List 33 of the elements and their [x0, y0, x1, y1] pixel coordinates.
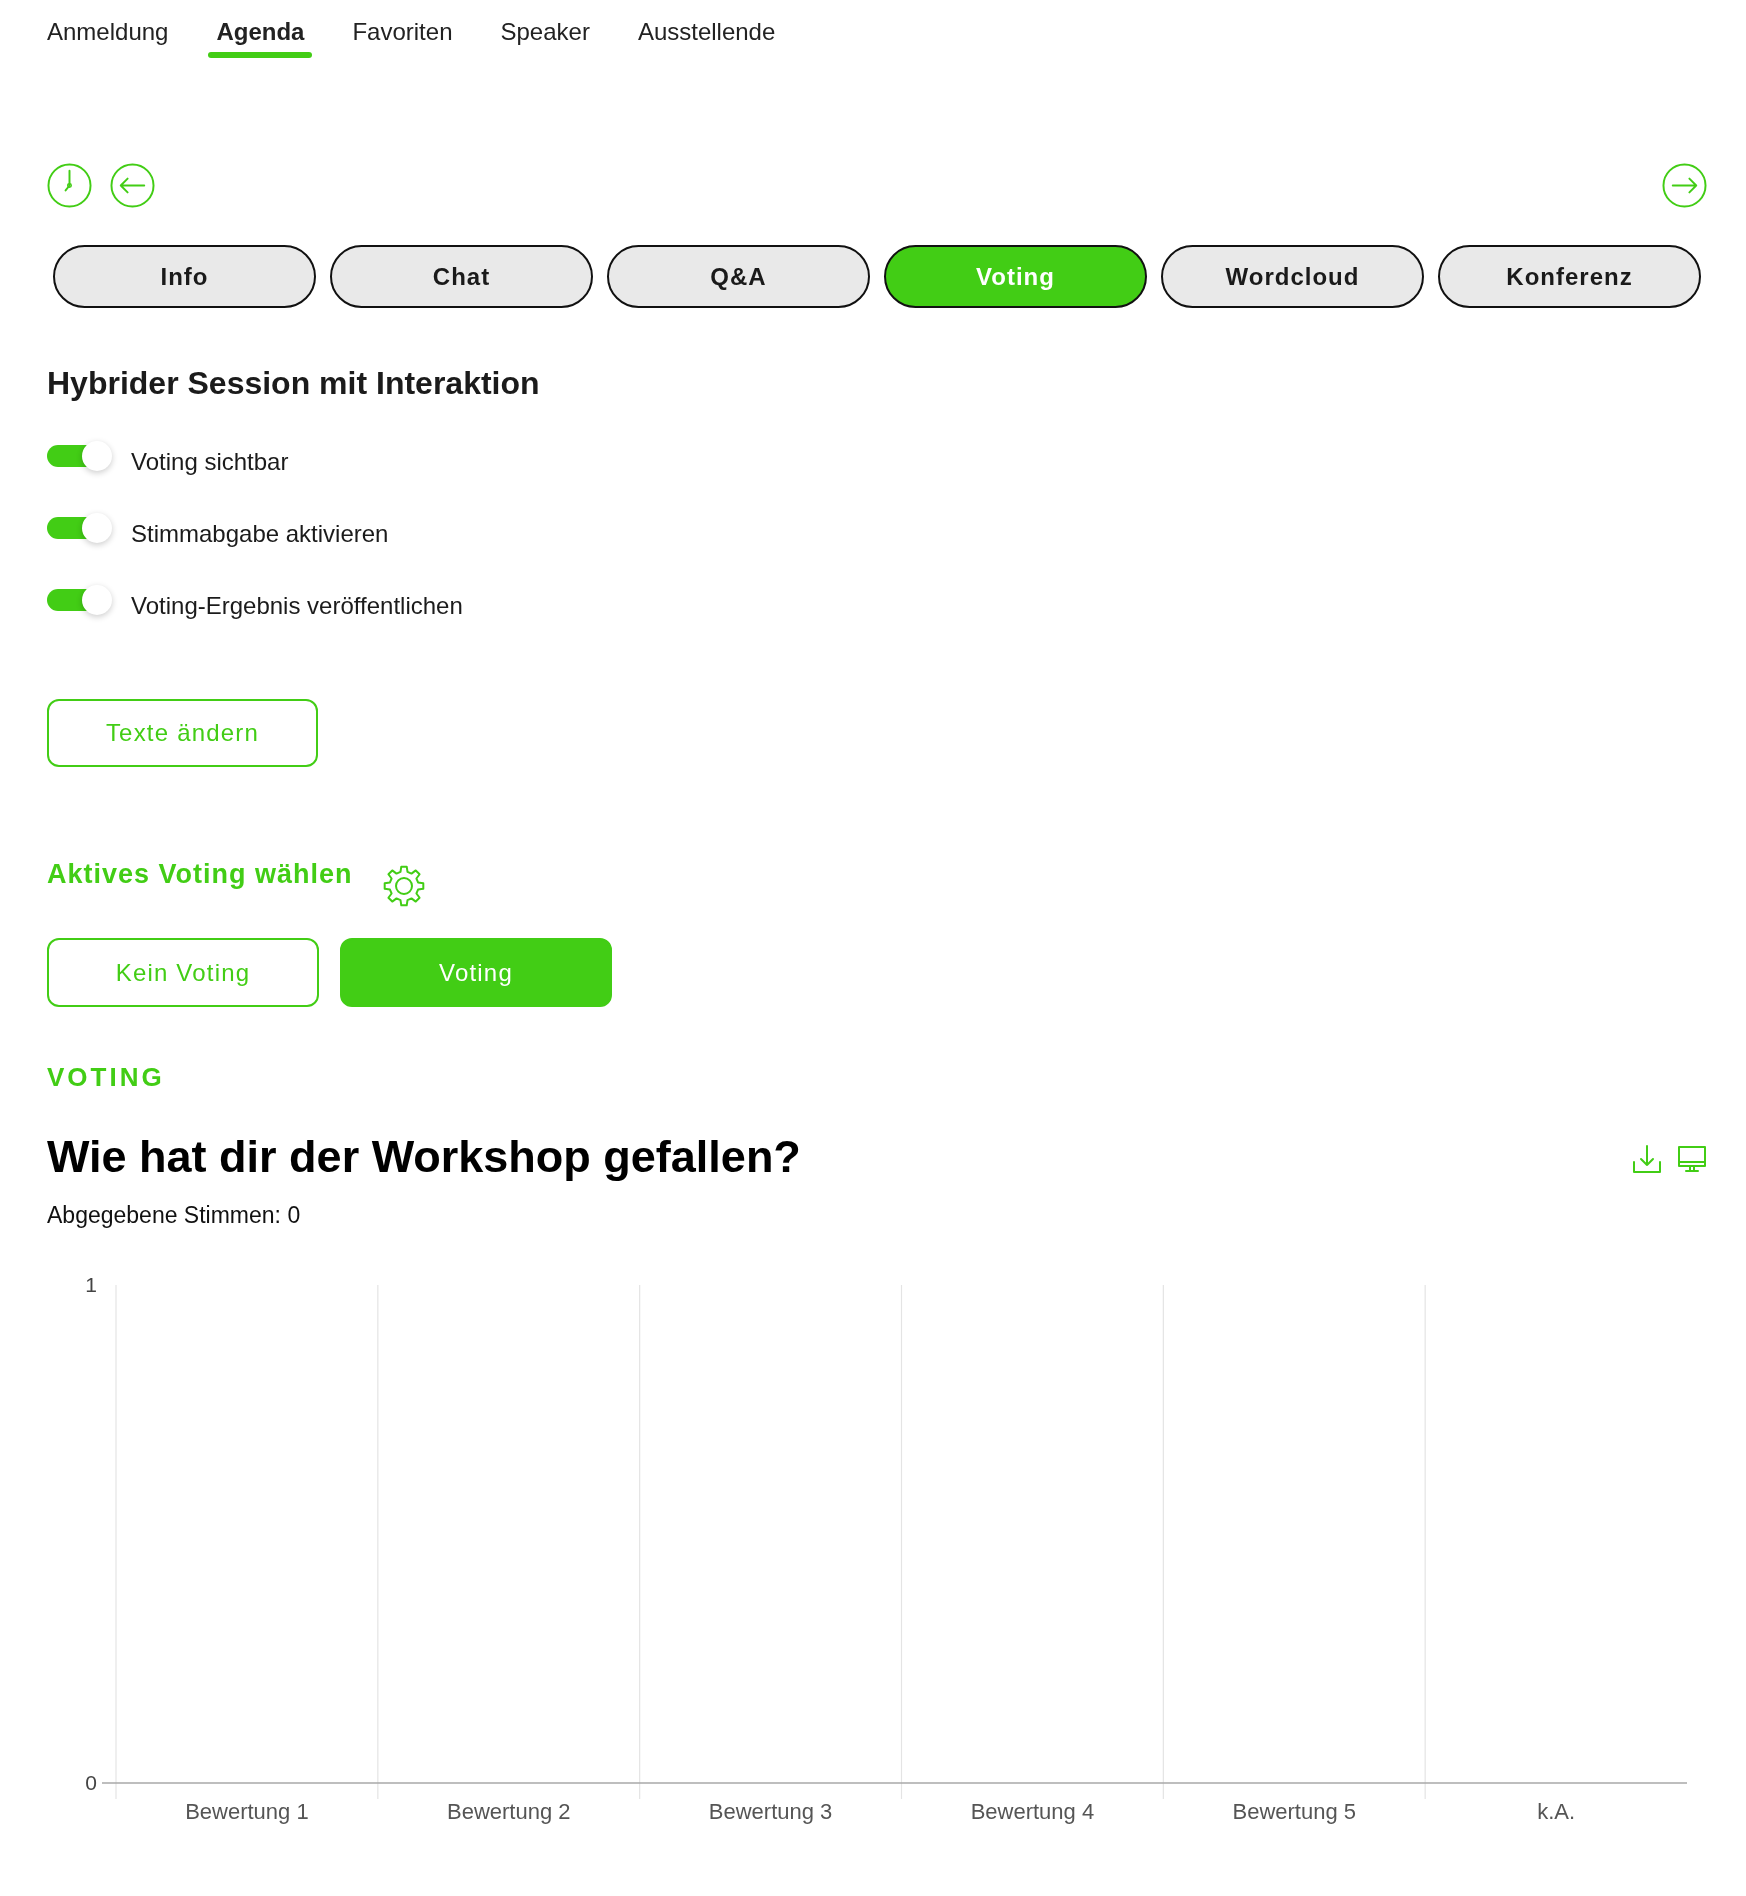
axis-label: Bewertung 4	[970, 1799, 1095, 1824]
session-tab[interactable]: Chat	[330, 245, 593, 308]
nav-tab[interactable]: Agenda	[208, 18, 313, 58]
toggle-switch[interactable]	[47, 513, 112, 543]
download-icon[interactable]	[1632, 1144, 1662, 1174]
toggle-label: Voting-Ergebnis veröffentlichen	[131, 592, 463, 620]
monitor-icon[interactable]	[1677, 1144, 1707, 1174]
section-heading: Aktives Voting wählen	[47, 858, 353, 891]
axis-tick-label: 1	[85, 1273, 97, 1296]
nav-tab[interactable]: Favoriten	[344, 18, 461, 58]
toggle-label: Stimmabgabe aktivieren	[131, 520, 389, 548]
axis-label: Bewertung 3	[708, 1799, 833, 1824]
toggle-switch[interactable]	[47, 585, 112, 615]
axis-label: Bewertung 2	[447, 1799, 571, 1824]
session-tab[interactable]: Wordcloud	[1161, 245, 1424, 308]
nav-tab[interactable]: Speaker	[492, 18, 598, 58]
session-tab[interactable]: Q&A	[607, 245, 870, 308]
nav-tab[interactable]: Ausstellende	[629, 18, 784, 58]
session-tab[interactable]: Konferenz	[1438, 245, 1701, 308]
nav-tab[interactable]: Anmeldung	[39, 18, 177, 58]
axis-label: Bewertung 5	[1232, 1799, 1356, 1824]
session-title: Hybrider Session mit Interaktion	[47, 364, 540, 403]
question-title: Wie hat dir der Workshop gefallen?	[47, 1130, 801, 1184]
session-tab[interactable]: Info	[53, 245, 316, 308]
section-label: VOTING	[47, 1061, 165, 1094]
axis-tick-label: 0	[85, 1771, 97, 1794]
axis-label: k.A.	[1537, 1799, 1576, 1824]
toggle-switch[interactable]	[47, 441, 112, 471]
axis-label: Bewertung 1	[185, 1799, 309, 1824]
gear-icon[interactable]	[382, 865, 425, 907]
vote-count-text: Abgegebene Stimmen: 0	[47, 1201, 301, 1229]
toggle-label: Voting sichtbar	[131, 448, 289, 476]
clock-icon[interactable]	[47, 163, 92, 208]
